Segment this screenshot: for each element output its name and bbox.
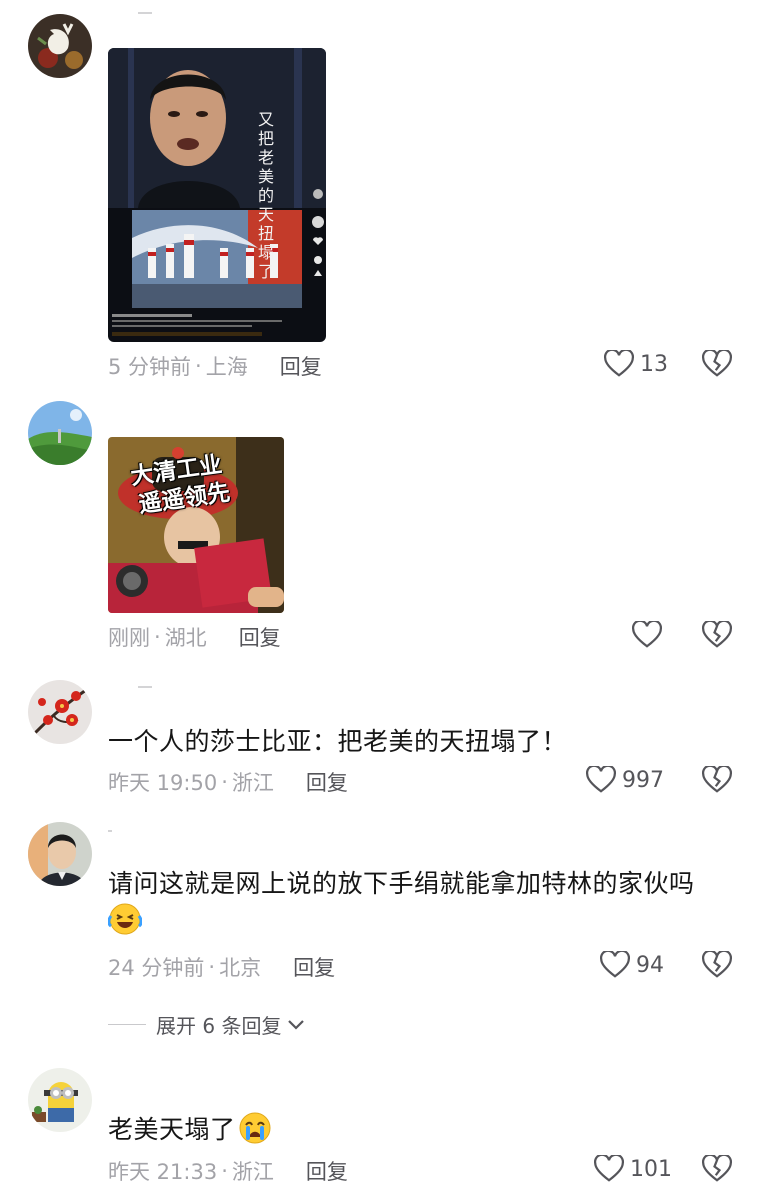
like-button[interactable]: 94 — [600, 951, 664, 979]
crying-emoji-icon — [239, 1112, 271, 1144]
comment-time: 刚刚 — [108, 626, 150, 650]
heart-icon — [600, 951, 630, 978]
red-plum-avatar-image — [28, 680, 92, 744]
dislike-button[interactable] — [702, 1155, 732, 1183]
comment-meta: 5 分钟前 · 上海 回复 — [108, 351, 322, 381]
like-button[interactable]: 101 — [594, 1155, 672, 1183]
user-avatar[interactable] — [28, 14, 92, 78]
comment-location: 浙江 — [231, 1160, 274, 1184]
video-caption: 又把老美的天扭塌了 — [258, 110, 275, 281]
reply-button[interactable]: 回复 — [306, 767, 348, 797]
reply-button[interactable]: 回复 — [306, 1156, 348, 1186]
user-avatar[interactable] — [28, 822, 92, 886]
crying-emoji — [238, 1111, 272, 1145]
comment-text: 一个人的莎士比亚：把老美的天扭塌了！ — [108, 727, 568, 756]
meta-separator: · — [221, 1159, 228, 1183]
video-frame — [108, 48, 326, 342]
comment-meta: 昨天 21:33 · 浙江 回复 — [108, 1156, 348, 1186]
like-count: 13 — [640, 351, 668, 377]
meta-separator: · — [154, 625, 161, 649]
laugh-cry-emoji — [107, 902, 143, 936]
comment-location: 湖北 — [164, 626, 207, 650]
expand-replies-label: 展开 6 条回复 — [156, 1014, 282, 1038]
comment-location: 北京 — [219, 956, 262, 980]
comment-meta: 24 分钟前 · 北京 回复 — [108, 952, 335, 982]
broken-heart-icon — [702, 1155, 732, 1182]
like-count: 94 — [636, 952, 664, 978]
like-button[interactable]: 997 — [586, 766, 664, 794]
broken-heart-icon — [702, 951, 732, 978]
comment-time: 昨天 19:50 — [108, 771, 218, 795]
comment-text: 老美天塌了 — [108, 1110, 272, 1146]
expand-replies-button[interactable]: 展开 6 条回复 — [108, 1010, 305, 1039]
broken-heart-icon — [702, 350, 732, 377]
comment-meta: 昨天 19:50 · 浙江 回复 — [108, 767, 348, 797]
video-thumbnail[interactable]: 又把老美的天扭塌了 — [108, 48, 326, 342]
like-button[interactable]: 13 — [604, 350, 668, 378]
meta-separator: · — [221, 770, 228, 794]
comment-text-content: 老美天塌了 — [108, 1115, 236, 1144]
like-count: 997 — [622, 767, 664, 793]
like-button[interactable] — [632, 621, 668, 649]
like-count: 101 — [630, 1156, 672, 1182]
comment-location: 浙江 — [231, 771, 274, 795]
laugh-cry-emoji-icon — [107, 903, 143, 935]
user-avatar[interactable] — [28, 401, 92, 465]
reply-button[interactable]: 回复 — [280, 351, 322, 381]
chevron-down-icon — [288, 1019, 305, 1030]
comment-location: 上海 — [205, 355, 248, 379]
broken-heart-icon — [702, 621, 732, 648]
comment-text: 请问这就是网上说的放下手绢就能拿加特林的家伙吗 — [108, 869, 695, 898]
person-avatar-image — [28, 822, 92, 886]
comment-meta: 刚刚 · 湖北 回复 — [108, 622, 281, 652]
minion-avatar-image — [28, 1068, 92, 1132]
heart-icon — [632, 621, 662, 648]
dislike-button[interactable] — [702, 951, 732, 979]
dislike-button[interactable] — [702, 350, 732, 378]
expand-divider — [108, 1024, 146, 1025]
user-avatar[interactable] — [28, 1068, 92, 1132]
comment-time: 昨天 21:33 — [108, 1160, 218, 1184]
heart-icon — [586, 766, 616, 793]
comment-time: 5 分钟前 — [108, 355, 192, 379]
meta-separator: · — [208, 955, 216, 979]
broken-heart-icon — [702, 766, 732, 793]
green-hill-avatar-image — [28, 401, 92, 465]
heart-icon — [604, 350, 634, 377]
white-bird-avatar-image — [28, 14, 92, 78]
dislike-button[interactable] — [702, 766, 732, 794]
heart-icon — [594, 1155, 624, 1182]
meta-separator: · — [195, 354, 202, 378]
user-avatar[interactable] — [28, 680, 92, 744]
reply-button[interactable]: 回复 — [239, 622, 281, 652]
dislike-button[interactable] — [702, 621, 732, 649]
comment-time: 24 分钟前 — [108, 956, 205, 980]
meme-image[interactable]: 大清工业 遥遥领先 — [108, 437, 284, 613]
reply-button[interactable]: 回复 — [293, 952, 335, 982]
